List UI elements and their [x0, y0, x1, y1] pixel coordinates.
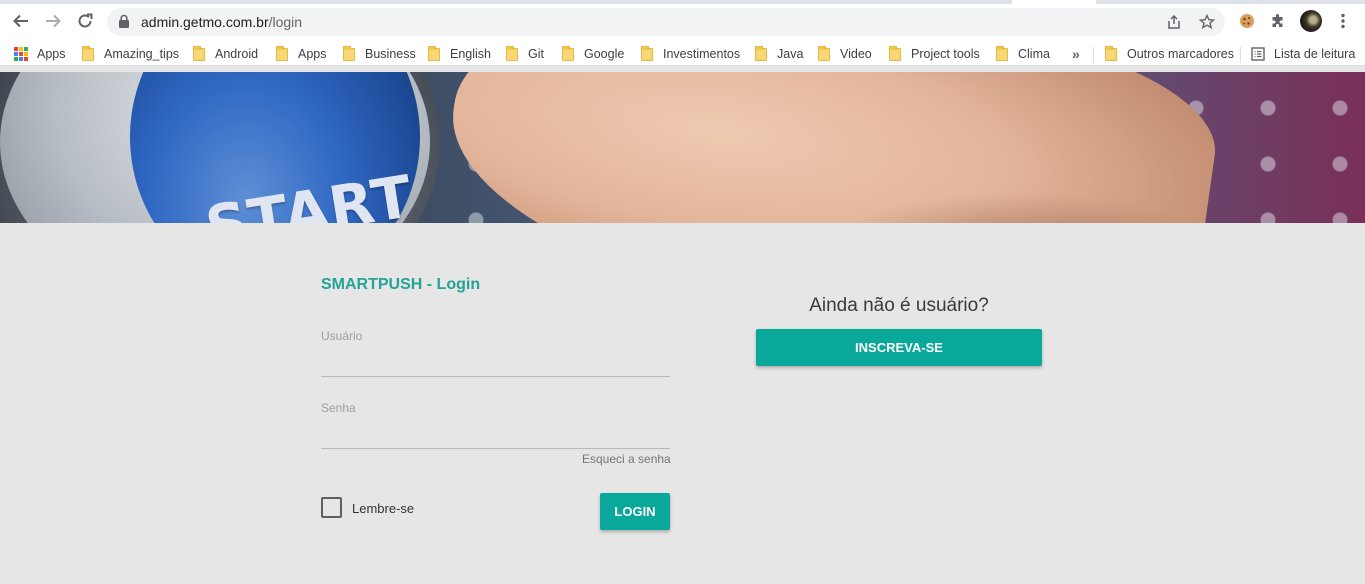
forgot-password-link[interactable]: Esqueci a senha	[582, 452, 671, 466]
cookie-extension-button[interactable]	[1237, 11, 1257, 31]
bookmark-git[interactable]: Git	[506, 45, 544, 62]
folder-icon	[193, 45, 205, 61]
bookmark-java[interactable]: Java	[755, 45, 804, 62]
username-label: Usuário	[321, 329, 363, 343]
bookmark-label: Git	[528, 47, 544, 61]
remember-me-checkbox[interactable]	[321, 497, 342, 518]
folder-icon	[343, 45, 355, 61]
bookmark-investimentos[interactable]: Investimentos	[641, 45, 741, 62]
folder-icon	[506, 45, 518, 61]
bookmark-star-button[interactable]	[1198, 13, 1216, 31]
browser-menu-button[interactable]	[1333, 11, 1353, 31]
login-button[interactable]: LOGIN	[600, 493, 670, 530]
chevron-double-right-icon: »	[1072, 46, 1080, 62]
star-icon	[1199, 14, 1215, 30]
back-button[interactable]	[10, 10, 32, 32]
address-bar[interactable]: admin.getmo.com.br/login	[107, 8, 1225, 36]
bookmark-apps-folder[interactable]: Apps	[276, 45, 327, 62]
bookmark-clima[interactable]: Clima	[996, 45, 1050, 62]
cookie-icon	[1240, 14, 1254, 28]
more-vertical-icon	[1341, 13, 1345, 29]
forward-button[interactable]	[42, 10, 64, 32]
reload-button[interactable]	[74, 10, 96, 32]
bookmarks-bar: Apps Amazing_tips Android Apps Business …	[0, 42, 1365, 66]
bookmark-label: Apps	[298, 47, 327, 61]
reading-list-button[interactable]: Lista de leitura	[1251, 46, 1355, 62]
url-text: admin.getmo.com.br/login	[141, 14, 302, 30]
reading-list-icon	[1251, 47, 1265, 61]
bookmark-amazing-tips[interactable]: Amazing_tips	[82, 45, 180, 62]
bookmark-label: Investimentos	[663, 47, 741, 61]
bookmarks-divider	[1240, 47, 1241, 63]
folder-icon	[276, 45, 288, 61]
bookmark-label: Android	[215, 47, 259, 61]
folder-icon	[996, 45, 1008, 61]
username-input[interactable]	[321, 351, 670, 377]
arrow-right-icon	[46, 14, 61, 28]
bookmark-apps[interactable]: Apps	[14, 46, 66, 62]
folder-icon	[755, 45, 767, 61]
hero-banner: START	[0, 72, 1365, 223]
folder-icon	[428, 45, 440, 61]
login-title: SMARTPUSH - Login	[321, 276, 481, 293]
bookmark-video[interactable]: Video	[818, 45, 872, 62]
password-input[interactable]	[321, 423, 670, 449]
url-path: /login	[268, 14, 303, 30]
password-label: Senha	[321, 401, 356, 415]
tab-strip	[0, 0, 1365, 4]
apps-grid-icon	[14, 47, 28, 61]
bookmark-google[interactable]: Google	[562, 45, 625, 62]
folder-icon	[818, 45, 830, 61]
signup-heading: Ainda não é usuário?	[809, 295, 989, 316]
bookmark-label: Clima	[1018, 47, 1050, 61]
reading-list-label: Lista de leitura	[1274, 47, 1356, 61]
bookmark-project-tools[interactable]: Project tools	[889, 45, 980, 62]
active-tab-indicator	[1012, 0, 1096, 4]
remember-me-label: Lembre-se	[352, 501, 415, 516]
bookmark-label: English	[450, 47, 491, 61]
lock-icon	[119, 14, 129, 28]
bookmark-android[interactable]: Android	[193, 45, 259, 62]
bookmark-label: Amazing_tips	[104, 47, 180, 61]
share-icon	[1168, 14, 1180, 29]
bookmark-label: Outros marcadores	[1127, 47, 1234, 61]
url-host: admin.getmo.com.br	[141, 14, 269, 30]
folder-icon	[562, 45, 574, 61]
bookmark-label: Video	[840, 47, 872, 61]
bookmarks-divider	[1093, 47, 1094, 63]
puzzle-icon	[1272, 14, 1283, 27]
extensions-button[interactable]	[1268, 11, 1288, 31]
bookmark-label: Google	[584, 47, 625, 61]
folder-icon	[889, 45, 901, 61]
bookmarks-overflow-button[interactable]: »	[1072, 46, 1080, 62]
arrow-left-icon	[13, 14, 28, 28]
folder-icon	[641, 45, 653, 61]
bookmark-business[interactable]: Business	[343, 45, 416, 62]
bookmark-english[interactable]: English	[428, 45, 491, 62]
bookmark-label: Business	[365, 47, 416, 61]
signup-button[interactable]: INSCREVA-SE	[756, 329, 1042, 366]
bookmark-label: Apps	[37, 47, 66, 61]
bookmark-other[interactable]: Outros marcadores	[1105, 45, 1234, 62]
bookmark-label: Java	[777, 47, 804, 61]
folder-icon	[82, 45, 94, 61]
bookmark-label: Project tools	[911, 47, 980, 61]
browser-toolbar: admin.getmo.com.br/login	[0, 0, 1365, 42]
profile-avatar[interactable]	[1300, 10, 1322, 32]
share-button[interactable]	[1165, 13, 1183, 31]
folder-icon	[1105, 45, 1117, 61]
reload-icon	[78, 13, 93, 28]
